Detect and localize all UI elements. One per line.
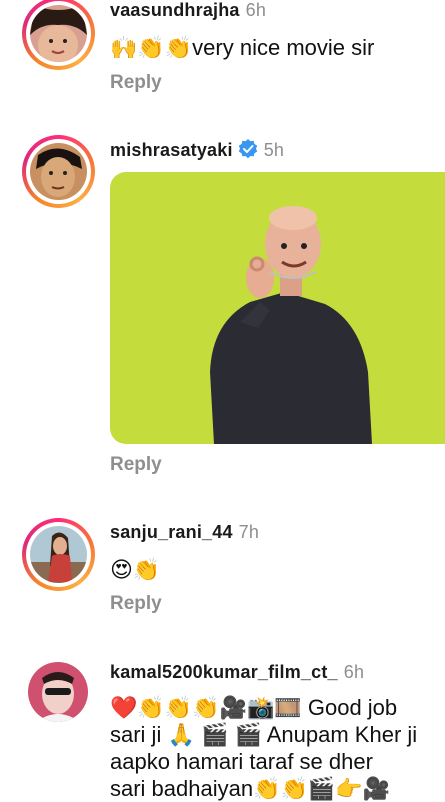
- comment-text-line: sari badhaiyan👏👏🎬👉🎥: [110, 776, 391, 801]
- comment-text-line: sari ji 🙏 🎬 🎬 Anupam Kher ji: [110, 722, 418, 747]
- comment-text-line: aapko hamari taraf se dher: [110, 749, 373, 774]
- comment-text: ❤️👏👏👏🎥📸🎞️ Good job sari ji 🙏 🎬 🎬 Anupam …: [110, 694, 440, 802]
- timestamp: 6h: [343, 662, 365, 682]
- comment-item: kamal5200kumar_film_ct_ 6h ❤️👏👏👏🎥📸🎞️ Good…: [0, 0, 445, 802]
- username[interactable]: kamal5200kumar_film_ct_: [110, 662, 338, 682]
- avatar[interactable]: [28, 662, 88, 722]
- comment-text-line: ❤️👏👏👏🎥📸🎞️ Good job: [110, 695, 398, 720]
